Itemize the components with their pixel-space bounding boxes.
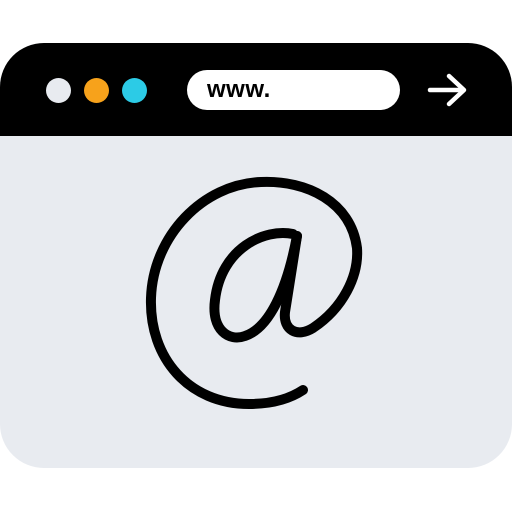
window-dot-1[interactable] (46, 78, 71, 103)
url-text: www. (207, 76, 271, 103)
at-sign-icon (145, 176, 363, 409)
title-bar: www. (0, 43, 512, 136)
url-bar[interactable]: www. (187, 70, 400, 110)
arrow-right-icon (427, 73, 467, 107)
page-content (0, 136, 512, 468)
go-button[interactable] (426, 71, 470, 109)
window-dot-2[interactable] (84, 78, 109, 103)
browser-window: www. (0, 43, 512, 468)
window-dot-3[interactable] (122, 78, 147, 103)
